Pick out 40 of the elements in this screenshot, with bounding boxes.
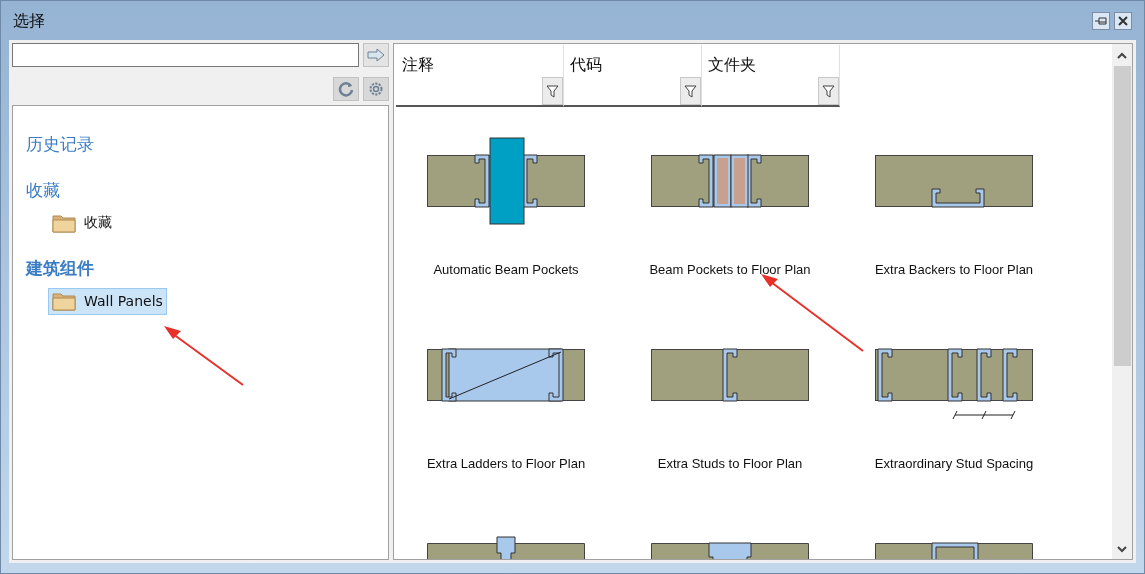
folder-item[interactable]: 收藏 <box>48 209 116 236</box>
close-icon <box>1118 15 1128 26</box>
scroll-down-icon <box>1117 545 1127 553</box>
item-label[interactable]: Extra Backers to Floor Plan <box>874 260 1034 280</box>
pin-button[interactable] <box>1092 11 1110 30</box>
settings-button[interactable] <box>363 77 389 101</box>
filter-button[interactable] <box>680 77 701 105</box>
refresh-button[interactable] <box>333 77 359 101</box>
scrollbar[interactable] <box>1112 44 1132 559</box>
column-label: 代码 <box>570 54 602 76</box>
filter-button[interactable] <box>542 77 563 105</box>
tree-heading[interactable]: 建筑组件 <box>26 256 388 282</box>
arrow-right-icon <box>367 48 385 62</box>
window-title: 选择 <box>13 9 45 32</box>
filter-icon <box>684 84 697 98</box>
scroll-thumb[interactable] <box>1113 66 1131 366</box>
folder-label: 收藏 <box>84 213 112 232</box>
folder-icon <box>52 212 76 233</box>
filter-button[interactable] <box>818 77 839 105</box>
refresh-icon <box>338 81 354 97</box>
item-label[interactable]: Beam Pockets to Floor Plan <box>649 260 811 280</box>
tree-heading[interactable]: 历史记录 <box>26 132 388 158</box>
filter-icon <box>546 84 559 98</box>
column-label: 文件夹 <box>708 54 756 76</box>
pin-icon <box>1095 16 1107 25</box>
filter-icon <box>822 84 835 98</box>
scroll-up-icon <box>1117 52 1127 60</box>
item-label[interactable]: Extra Ladders to Floor Plan <box>426 454 586 474</box>
close-button[interactable] <box>1114 11 1132 30</box>
column-label: 注释 <box>402 54 434 76</box>
item-label[interactable]: Automatic Beam Pockets <box>433 260 579 280</box>
item-label[interactable]: Extra Studs to Floor Plan <box>657 454 803 474</box>
folder-label: Wall Panels <box>84 291 163 311</box>
tree-heading[interactable]: 收藏 <box>26 177 388 203</box>
folder-icon <box>52 291 76 311</box>
settings-icon <box>367 80 385 98</box>
folder-item[interactable]: Wall Panels <box>48 287 167 315</box>
go-button[interactable] <box>363 43 389 67</box>
search-field[interactable] <box>12 43 359 67</box>
item-label[interactable]: Extraordinary Stud Spacing <box>874 454 1034 474</box>
